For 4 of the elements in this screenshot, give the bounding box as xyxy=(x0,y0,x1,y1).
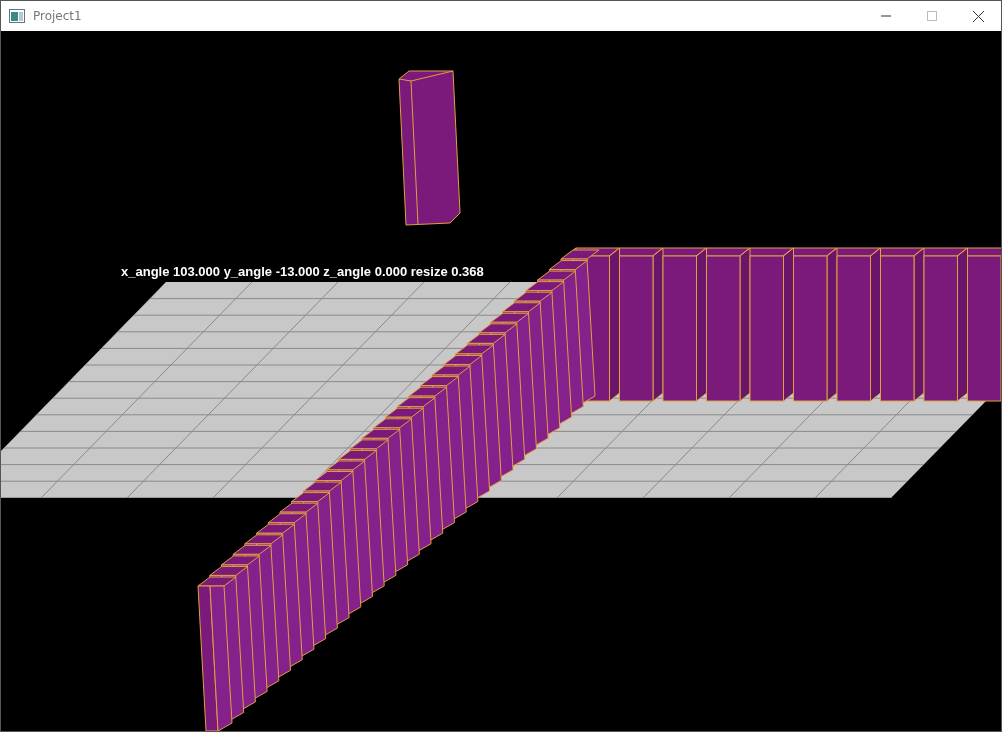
close-icon xyxy=(972,10,984,22)
window-title: Project1 xyxy=(33,8,82,25)
app-icon xyxy=(9,9,25,23)
maximize-icon xyxy=(927,11,937,21)
